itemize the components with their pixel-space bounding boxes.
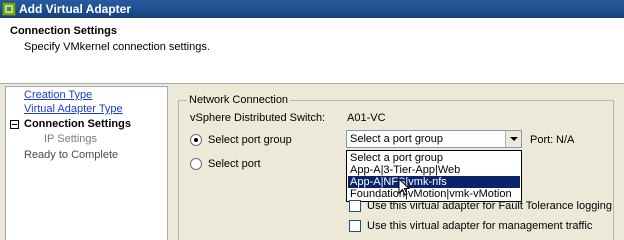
port-radio-label[interactable]: Select port [208,158,261,170]
fault-tolerance-checkbox-label[interactable]: Use this virtual adapter for Fault Toler… [367,200,612,212]
nav-step-ip-settings: IP Settings [44,133,97,145]
port-group-radio-label[interactable]: Select port group [208,134,292,146]
nav-step-virtual-adapter-type[interactable]: Virtual Adapter Type [24,103,123,115]
dropdown-option-selected[interactable]: App-A|NFS|vmk-nfs [348,176,520,188]
window-title: Add Virtual Adapter [19,2,132,16]
management-traffic-checkbox[interactable] [349,220,361,232]
port-group-radio[interactable] [190,134,202,146]
port-readout-value: N/A [556,134,575,146]
chevron-down-icon[interactable] [505,131,521,147]
page-subtitle: Specify VMkernel connection settings. [24,41,210,53]
dropdown-option[interactable]: Select a port group [348,152,520,164]
port-readout-label: Port: [530,134,554,146]
content-area: Network Connection vSphere Distributed S… [170,86,624,240]
collapse-icon[interactable] [10,120,19,129]
management-traffic-checkbox-label[interactable]: Use this virtual adapter for management … [367,220,592,232]
mouse-cursor-icon [398,178,411,196]
nav-step-connection-settings[interactable]: Connection Settings [24,118,131,130]
dropdown-option[interactable]: App-A|3-Tier-App|Web [348,164,520,176]
nav-step-ready-to-complete: Ready to Complete [24,149,119,161]
title-bar: Add Virtual Adapter [0,0,624,18]
port-group-select-value: Select a port group [350,133,443,145]
group-title: Network Connection [187,94,291,106]
vsphere-app-icon [2,2,16,16]
page-title: Connection Settings [10,25,117,37]
switch-label: vSphere Distributed Switch: [190,112,326,124]
dropdown-option[interactable]: Foundation|vMotion|vmk-vMotion [348,188,520,200]
wizard-header: Connection Settings Specify VMkernel con… [0,18,624,84]
port-radio[interactable] [190,158,202,170]
port-group-dropdown-list[interactable]: Select a port group App-A|3-Tier-App|Web… [346,150,522,202]
wizard-steps-nav: Creation Type Virtual Adapter Type Conne… [5,86,168,240]
nav-step-creation-type[interactable]: Creation Type [24,89,92,101]
switch-value: A01-VC [347,112,386,124]
fault-tolerance-checkbox[interactable] [349,200,361,212]
port-group-select[interactable]: Select a port group [346,130,522,148]
